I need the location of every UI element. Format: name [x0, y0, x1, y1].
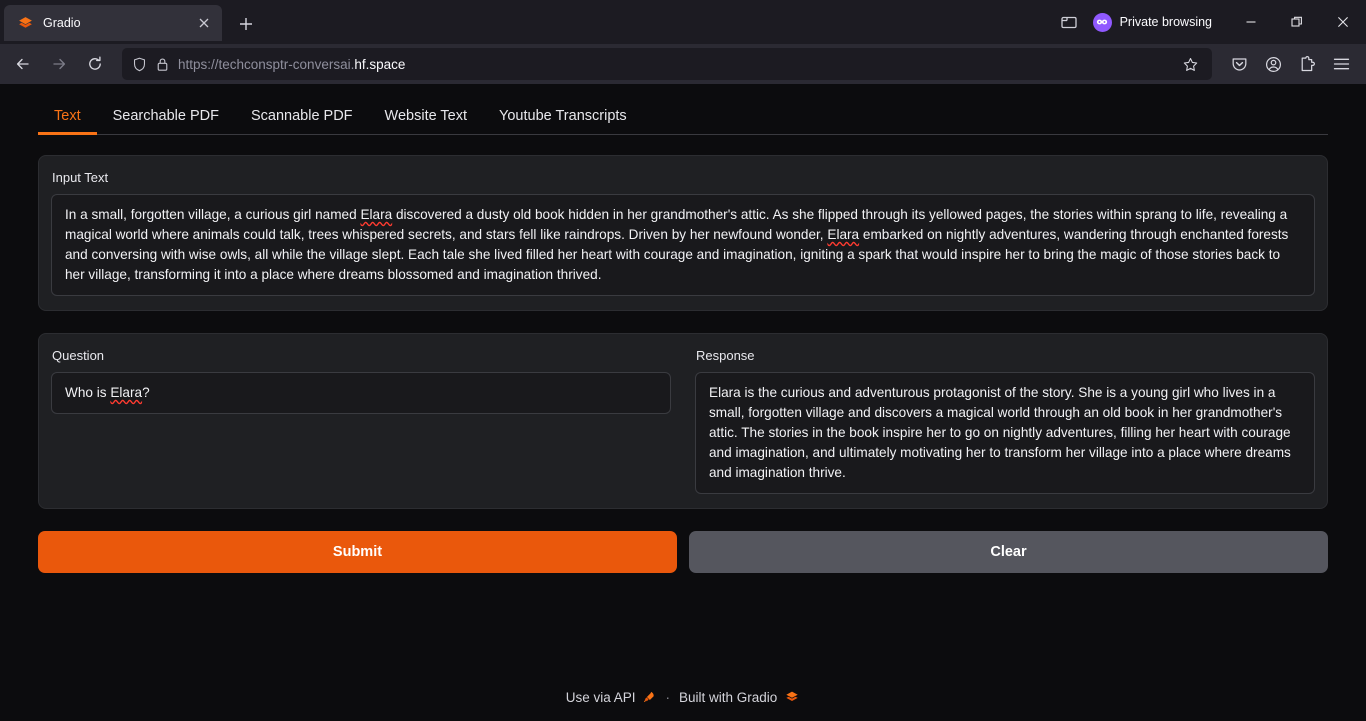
gradio-logo-icon — [19, 16, 32, 28]
private-browsing-label: Private browsing — [1119, 15, 1212, 29]
action-buttons: Submit Clear — [38, 531, 1328, 573]
rocket-icon — [644, 691, 655, 703]
gradio-logo-icon — [786, 691, 798, 701]
use-via-api-link[interactable]: Use via API — [566, 690, 657, 705]
response-column: Response Elara is the curious and advent… — [683, 346, 1315, 494]
question-input[interactable]: Who is Elara? — [51, 372, 671, 414]
list-all-tabs-icon[interactable] — [1051, 6, 1087, 38]
tab-text-label: Text — [54, 108, 81, 124]
built-with-gradio-label: Built with Gradio — [678, 689, 778, 705]
clear-button[interactable]: Clear — [689, 531, 1328, 573]
browser-chrome: Gradio Private browsing https://techcons… — [0, 0, 1366, 84]
response-output[interactable]: Elara is the curious and adventurous pro… — [695, 372, 1315, 494]
tab-searchable-pdf-label: Searchable PDF — [112, 108, 219, 124]
footer-separator: · — [665, 689, 670, 705]
tab-searchable-pdf[interactable]: Searchable PDF — [97, 100, 235, 134]
input-text-misspelled-2: Elara — [827, 227, 860, 242]
url-text[interactable]: https://techconsptr-conversai.hf.space — [178, 57, 1167, 72]
input-text-part1: In a small, forgotten village, a curious… — [65, 207, 361, 222]
submit-button[interactable]: Submit — [38, 531, 677, 573]
app-content: Input Text In a small, forgotten village… — [0, 135, 1366, 573]
forward-button-icon[interactable] — [42, 48, 76, 80]
question-prefix: Who is — [65, 385, 111, 400]
window-minimize-icon[interactable] — [1228, 6, 1274, 38]
gradio-app: Text Searchable PDF Scannable PDF Websit… — [0, 84, 1366, 721]
question-suffix: ? — [142, 385, 150, 400]
window-restore-icon[interactable] — [1274, 6, 1320, 38]
input-text-label: Input Text — [52, 170, 109, 185]
tab-text[interactable]: Text — [38, 100, 97, 135]
tab-close-icon[interactable] — [194, 13, 214, 33]
input-text-textarea[interactable]: In a small, forgotten village, a curious… — [51, 194, 1315, 296]
app-menu-icon[interactable] — [1324, 48, 1358, 80]
qa-columns: Question Who is Elara? Response Elara is… — [51, 346, 1315, 494]
tab-website-text[interactable]: Website Text — [369, 100, 483, 134]
back-button-icon[interactable] — [6, 48, 40, 80]
pocket-icon[interactable] — [1222, 48, 1256, 80]
tracking-protection-shield-icon[interactable] — [132, 57, 147, 72]
browser-tab-title: Gradio — [43, 16, 81, 30]
built-with-gradio-link[interactable]: Built with Gradio — [679, 689, 800, 705]
toolbar-right-icons — [1222, 48, 1358, 80]
tabstrip-right-controls: Private browsing — [1051, 4, 1366, 44]
input-text-misspelled-1: Elara — [360, 207, 393, 222]
tab-youtube-transcripts[interactable]: Youtube Transcripts — [483, 100, 643, 134]
question-column: Question Who is Elara? — [51, 346, 683, 494]
tab-strip: Gradio Private browsing — [0, 0, 1366, 44]
tab-scannable-pdf[interactable]: Scannable PDF — [235, 100, 369, 134]
navigation-toolbar: https://techconsptr-conversai.hf.space — [0, 44, 1366, 84]
url-bar[interactable]: https://techconsptr-conversai.hf.space — [122, 48, 1212, 80]
question-label: Question — [52, 348, 105, 363]
tab-youtube-transcripts-label: Youtube Transcripts — [499, 108, 627, 124]
account-icon[interactable] — [1256, 48, 1290, 80]
app-tab-bar: Text Searchable PDF Scannable PDF Websit… — [38, 84, 1328, 135]
reload-button-icon[interactable] — [78, 48, 112, 80]
question-misspelled: Elara — [110, 385, 143, 400]
window-close-icon[interactable] — [1320, 6, 1366, 38]
private-mask-icon — [1092, 12, 1112, 32]
use-via-api-label: Use via API — [565, 689, 636, 705]
app-footer: Use via API · Built with Gradio — [0, 689, 1366, 705]
private-browsing-indicator: Private browsing — [1087, 7, 1222, 37]
qa-panel: Question Who is Elara? Response Elara is… — [38, 333, 1328, 509]
window-controls — [1228, 6, 1366, 38]
url-domain: hf.space — [354, 56, 406, 72]
new-tab-button[interactable] — [230, 8, 262, 40]
response-label: Response — [696, 348, 755, 363]
browser-tab-gradio[interactable]: Gradio — [4, 5, 222, 41]
tab-scannable-pdf-label: Scannable PDF — [250, 108, 353, 124]
bookmark-star-icon[interactable] — [1176, 50, 1204, 78]
extensions-icon[interactable] — [1290, 48, 1324, 80]
url-prefix: https://techconsptr-conversai. — [178, 56, 355, 72]
input-text-panel: Input Text In a small, forgotten village… — [38, 155, 1328, 311]
padlock-icon[interactable] — [156, 57, 169, 72]
tab-website-text-label: Website Text — [384, 108, 468, 124]
